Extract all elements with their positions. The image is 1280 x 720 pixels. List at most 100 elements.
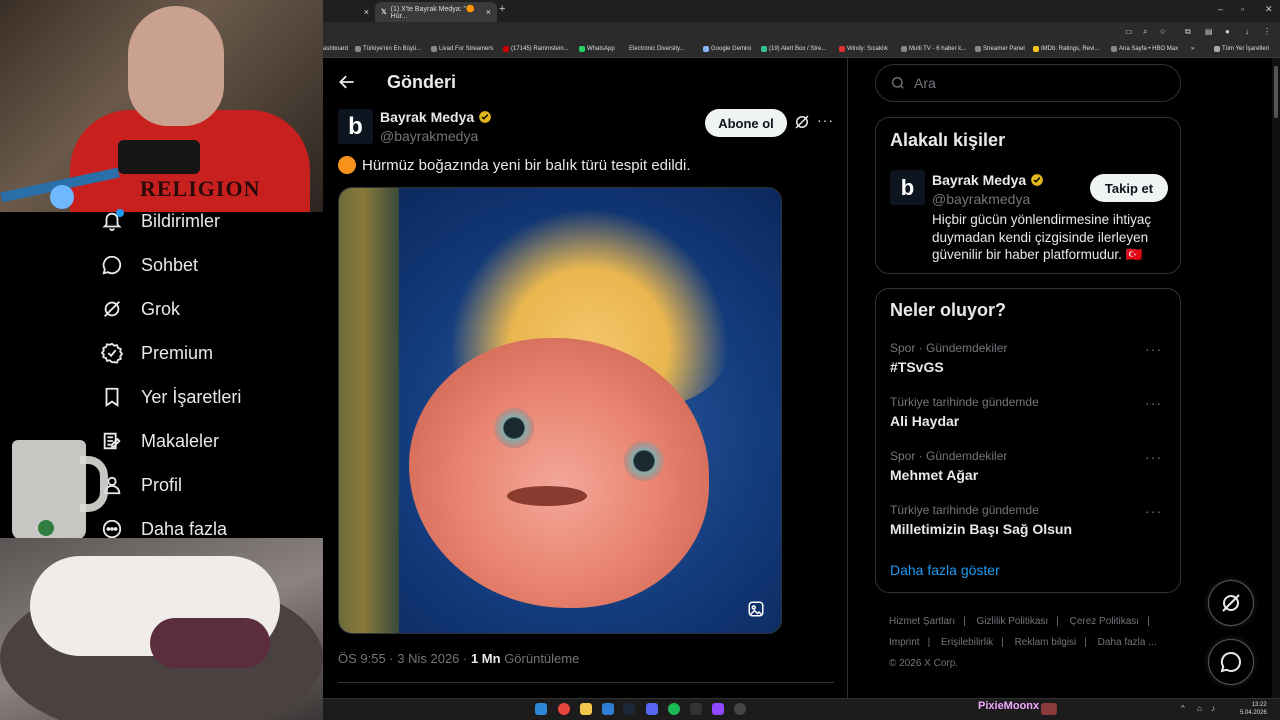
messages-fab-button[interactable] [1208, 639, 1254, 685]
clock[interactable]: 13:22 5.04.2026 [1240, 701, 1267, 717]
star-icon[interactable]: ☆ [1159, 27, 1166, 36]
more-options-icon[interactable]: ··· [817, 112, 834, 128]
all-bookmarks[interactable]: Tüm Yer İşaretleri [1214, 46, 1269, 52]
grok-icon[interactable] [793, 113, 811, 131]
maximize-icon[interactable]: ▫ [1241, 4, 1244, 14]
verified-gold-icon [479, 111, 492, 123]
nav-item-premium[interactable]: Premium [100, 339, 213, 367]
show-more-link[interactable]: Daha fazla göster [890, 562, 1000, 578]
page-scrollbar[interactable] [1272, 58, 1280, 698]
footer-link[interactable]: Imprint [889, 637, 920, 648]
profile-avatar-icon[interactable]: ● [1225, 27, 1230, 36]
back-arrow-icon[interactable] [337, 72, 359, 94]
footer-link[interactable]: Erişilebilirlik [941, 637, 993, 648]
more-options-icon[interactable]: ··· [1145, 341, 1162, 357]
bookmarks-bar: ashboard Türkiye'nin En Büyü... Livad Fo… [323, 42, 1280, 58]
steam-icon[interactable] [623, 703, 635, 715]
footer-link[interactable]: Hizmet Şartları [889, 616, 955, 627]
chrome-icon[interactable] [558, 703, 570, 715]
bookmark-item[interactable]: Ana Sayfa • HBO Max [1111, 46, 1178, 52]
reading-list-icon[interactable]: ▤ [1205, 27, 1213, 36]
bookmark-item[interactable]: (19) Alert Box / Stre... [761, 46, 826, 52]
trend-item[interactable]: Spor · Gündemdekiler #TSvGS ··· [890, 341, 1170, 375]
app-icon[interactable] [602, 703, 614, 715]
browser-tab[interactable]: × [323, 2, 375, 22]
author-handle[interactable]: @bayrakmedya [380, 128, 478, 144]
nav-item-profile[interactable]: Profil [100, 471, 182, 499]
start-icon[interactable] [535, 703, 547, 715]
new-tab-icon[interactable]: + [499, 3, 505, 15]
trend-name: #TSvGS [890, 359, 944, 375]
close-icon[interactable]: × [486, 7, 491, 17]
related-bio: Hiçbir gücün yönlendirmesine ihtiyaç duy… [932, 212, 1152, 262]
epic-games-icon[interactable] [690, 703, 702, 715]
nav-item-articles[interactable]: Makaleler [100, 427, 219, 455]
bookmark-item[interactable]: Türkiye'nin En Büyü... [355, 46, 421, 52]
nav-label: Makaleler [141, 430, 220, 451]
network-icon[interactable]: ⌂ [1197, 704, 1202, 716]
search-input[interactable]: Ara [875, 64, 1181, 102]
footer-link[interactable]: Reklam bilgisi [1015, 637, 1077, 648]
grok-fab-button[interactable] [1208, 580, 1254, 626]
nav-item-bookmarks[interactable]: Yer İşaretleri [100, 383, 241, 411]
more-options-icon[interactable]: ··· [1145, 503, 1162, 519]
author-name-row[interactable]: Bayrak Medya [380, 109, 492, 125]
window-close-icon[interactable]: ✕ [1265, 4, 1273, 15]
menu-dots-icon[interactable]: ⋮ [1263, 27, 1271, 36]
bookmark-item[interactable]: Livad For Streamers [431, 46, 493, 52]
browser-tab-bar: × 𝕏 (1) X'te Bayrak Medya: "🟠 Hür... × +… [323, 0, 1280, 22]
search-placeholder: Ara [914, 75, 936, 91]
zoom-icon[interactable]: ⌕ [1143, 27, 1147, 37]
trend-item[interactable]: Türkiye tarihinde gündemde Milletimizin … [890, 503, 1170, 537]
follow-button[interactable]: Takip et [1090, 174, 1168, 202]
post-column: Gönderi b Bayrak Medya @bayrakmedya Abon… [323, 58, 848, 698]
bookmarks-overflow[interactable]: » [1191, 46, 1194, 52]
nav-label: Bildirimler [141, 210, 221, 231]
bookmark-item[interactable]: Google Gemini [703, 46, 751, 52]
scroll-thumb[interactable] [1274, 66, 1278, 118]
subscribe-button[interactable]: Abone ol [705, 109, 787, 137]
bookmark-item[interactable]: Electronic Diversity... [629, 46, 685, 52]
extensions-icon[interactable]: ⧉ [1185, 27, 1191, 37]
tray-chevron-icon[interactable]: ^ [1181, 704, 1185, 716]
more-options-icon[interactable]: ··· [1145, 395, 1162, 411]
footer-link[interactable]: Daha fazla ... [1098, 637, 1157, 648]
post-image[interactable] [338, 187, 782, 634]
trend-item[interactable]: Türkiye tarihinde gündemde Ali Haydar ··… [890, 395, 1170, 429]
streaming-app-icon[interactable] [712, 703, 724, 715]
address-bar[interactable]: ▭ ⌕ ☆ ⧉ ▤ ● ↓ ⋮ [323, 22, 1280, 42]
obs-icon[interactable] [734, 703, 746, 715]
chat-icon [100, 253, 124, 277]
image-tag-icon[interactable] [747, 600, 765, 618]
close-icon[interactable]: × [364, 7, 369, 17]
bookmark-item[interactable]: (17145) Rammstein... [503, 46, 569, 52]
bookmark-item[interactable]: Multi TV - 6 haber k... [901, 46, 966, 52]
spotify-icon[interactable] [668, 703, 680, 715]
related-name-row[interactable]: Bayrak Medya [932, 172, 1044, 188]
fish-body [409, 338, 709, 608]
discord-icon[interactable] [646, 703, 658, 715]
nav-item-chat[interactable]: Sohbet [100, 251, 198, 279]
more-options-icon[interactable]: ··· [1145, 449, 1162, 465]
bookmark-item[interactable]: Streamer Panel [975, 46, 1025, 52]
nav-item-grok[interactable]: Grok [100, 295, 180, 323]
browser-tab-active[interactable]: 𝕏 (1) X'te Bayrak Medya: "🟠 Hür... × [375, 2, 497, 22]
footer-link[interactable]: Çerez Politikası [1070, 616, 1139, 627]
related-avatar[interactable]: b [890, 170, 925, 205]
views-count: 1 Mn [470, 651, 501, 666]
minimize-icon[interactable]: – [1218, 4, 1223, 14]
footer-link[interactable]: Gizlilik Politikası [977, 616, 1049, 627]
post-time[interactable]: ÖS 9:55 · 3 Nis 2026 · [338, 651, 471, 666]
bookmark-item[interactable]: IMDb: Ratings, Revi... [1033, 46, 1099, 52]
download-icon[interactable]: ↓ [1245, 27, 1249, 36]
file-explorer-icon[interactable] [580, 703, 592, 715]
bookmark-item[interactable]: ashboard [323, 46, 348, 52]
trend-item[interactable]: Spor · Gündemdekiler Mehmet Ağar ··· [890, 449, 1170, 483]
volume-icon[interactable]: ♪ [1211, 704, 1215, 716]
bookmark-item[interactable]: WhatsApp [579, 46, 615, 52]
bookmark-item[interactable]: Windy: Sıcaklık [839, 46, 888, 52]
related-handle[interactable]: @bayrakmedya [932, 191, 1030, 207]
nav-item-notifications[interactable]: Bildirimler [100, 207, 220, 235]
cast-icon[interactable]: ▭ [1125, 27, 1133, 36]
author-avatar[interactable]: b [338, 109, 373, 144]
